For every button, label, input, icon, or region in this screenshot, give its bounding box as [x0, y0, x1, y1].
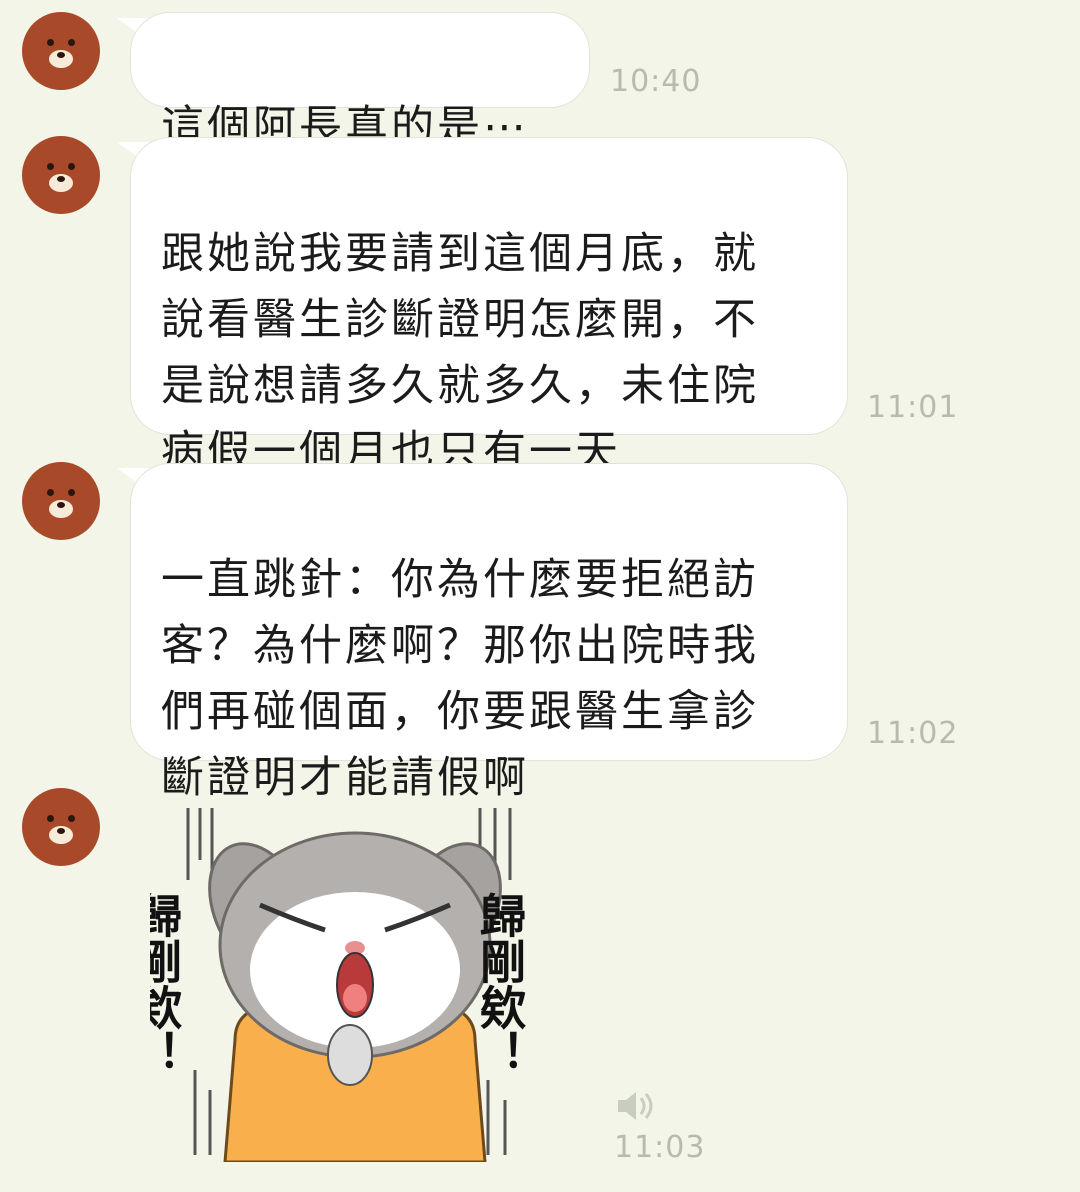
avatar-eye	[68, 815, 75, 822]
avatar[interactable]	[22, 462, 100, 540]
message-bubble[interactable]: 跟她說我要請到這個月底，就 說看醫生診斷證明怎麼開，不 是說想請多久就多久，未住…	[130, 137, 848, 477]
sticker[interactable]: 歸剛欸！ 歸剛欸！	[129, 800, 570, 1164]
message-bubble[interactable]: 這個阿長真的是⋯	[130, 12, 590, 152]
avatar-nose	[57, 52, 65, 58]
avatar-nose	[57, 828, 65, 834]
avatar-eye	[68, 39, 75, 46]
avatar-nose	[57, 502, 65, 508]
avatar[interactable]	[22, 136, 100, 214]
sticker-text-left: 歸剛欸！	[150, 892, 183, 1076]
message-text: 跟她說我要請到這個月底，就 說看醫生診斷證明怎麼開，不 是說想請多久就多久，未住…	[161, 229, 759, 477]
avatar-eye	[68, 489, 75, 496]
avatar[interactable]	[22, 12, 100, 90]
message-timestamp: 10:40	[610, 64, 702, 99]
avatar-eye	[68, 163, 75, 170]
avatar[interactable]	[22, 788, 100, 866]
avatar-eye	[47, 163, 54, 170]
message-timestamp: 11:03	[614, 1130, 706, 1165]
message-timestamp: 11:02	[867, 716, 959, 751]
sticker-text-right: 歸剛欸！	[473, 892, 527, 1076]
avatar-nose	[57, 176, 65, 182]
angry-bunny-sticker-icon: 歸剛欸！ 歸剛欸！	[129, 808, 527, 1164]
message-bubble[interactable]: 一直跳針：你為什麼要拒絕訪 客？為什麼啊？那你出院時我 們再碰個面，你要跟醫生拿…	[130, 463, 848, 803]
message-timestamp: 11:01	[867, 390, 959, 425]
avatar-eye	[47, 39, 54, 46]
avatar-eye	[47, 815, 54, 822]
message-text: 一直跳針：你為什麼要拒絕訪 客？為什麼啊？那你出院時我 們再碰個面，你要跟醫生拿…	[161, 555, 759, 803]
speaker-icon[interactable]	[616, 1088, 656, 1124]
avatar-eye	[47, 489, 54, 496]
